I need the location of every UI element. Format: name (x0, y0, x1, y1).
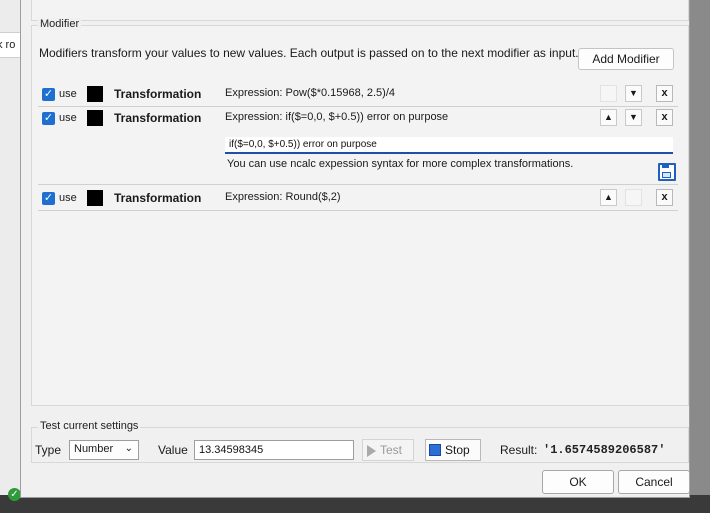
arrow-up-icon: ▲ (604, 192, 613, 202)
expression-label: Expression: if($=0,0, $+0.5)) error on p… (225, 111, 449, 123)
stop-button-label: Stop (445, 443, 470, 457)
stop-icon (429, 444, 441, 456)
modifier-row-expanded: ✓ use Transformation Expression: if($=0,… (38, 108, 678, 185)
type-label: Type (35, 443, 62, 457)
move-up-button-disabled (600, 85, 617, 102)
color-swatch[interactable] (87, 190, 103, 206)
stop-button[interactable]: Stop (425, 439, 481, 461)
test-button: Test (362, 439, 414, 461)
use-label: use (59, 112, 77, 124)
test-button-label: Test (380, 443, 403, 457)
value-input[interactable] (194, 440, 354, 460)
expression-hint: You can use ncalc expession syntax for m… (227, 158, 574, 170)
modifier-row: ✓ use Transformation Expression: Pow($*0… (38, 84, 678, 107)
color-swatch[interactable] (87, 110, 103, 126)
move-down-button[interactable]: ▼ (625, 109, 642, 126)
use-label: use (59, 88, 77, 100)
upper-panel (31, 0, 689, 21)
close-icon: x (661, 111, 668, 123)
save-icon[interactable] (658, 163, 676, 181)
use-checkbox[interactable]: ✓ (42, 192, 55, 205)
test-group-title: Test current settings (38, 420, 141, 432)
move-up-button[interactable]: ▲ (600, 189, 617, 206)
remove-modifier-button[interactable]: x (656, 109, 673, 126)
modifier-title: Transformation (114, 87, 202, 101)
modifier-title: Transformation (114, 111, 202, 125)
modifier-dialog: Modifier Modifiers transform your values… (20, 0, 690, 498)
use-checkbox[interactable]: ✓ (42, 88, 55, 101)
move-down-button[interactable]: ▼ (625, 85, 642, 102)
close-icon: x (661, 191, 668, 203)
expression-label: Expression: Pow($*0.15968, 2.5)/4 (225, 87, 395, 99)
modifier-title: Transformation (114, 191, 202, 205)
type-select-value: Number (74, 443, 114, 455)
close-icon: x (661, 87, 668, 99)
background-row-text: k ro (0, 39, 16, 51)
arrow-up-icon: ▲ (604, 112, 613, 122)
result-label: Result: (500, 443, 538, 457)
background-window-right (690, 0, 710, 513)
chevron-down-icon: ⌄ (124, 443, 133, 454)
value-label: Value (158, 443, 188, 457)
expression-input[interactable] (225, 137, 673, 154)
ok-button[interactable]: OK (542, 470, 614, 494)
expression-label: Expression: Round($,2) (225, 191, 341, 203)
arrow-down-icon: ▼ (629, 88, 638, 98)
result-value: '1.6574589206587' (543, 443, 666, 457)
remove-modifier-button[interactable]: x (656, 189, 673, 206)
play-icon (367, 445, 376, 457)
move-up-button[interactable]: ▲ (600, 109, 617, 126)
cancel-button[interactable]: Cancel (618, 470, 690, 494)
use-checkbox[interactable]: ✓ (42, 112, 55, 125)
add-modifier-button[interactable]: Add Modifier (578, 48, 674, 70)
modifier-group-title: Modifier (38, 18, 82, 30)
modifier-row: ✓ use Transformation Expression: Round($… (38, 188, 678, 211)
color-swatch[interactable] (87, 86, 103, 102)
modifier-group: Modifier Modifiers transform your values… (31, 18, 689, 406)
move-down-button-disabled (625, 189, 642, 206)
type-select[interactable]: Number ⌄ (69, 440, 139, 460)
modifier-description: Modifiers transform your values to new v… (39, 46, 579, 60)
use-label: use (59, 192, 77, 204)
arrow-down-icon: ▼ (629, 112, 638, 122)
remove-modifier-button[interactable]: x (656, 85, 673, 102)
test-settings-group: Test current settings Type Number ⌄ Valu… (31, 420, 689, 463)
